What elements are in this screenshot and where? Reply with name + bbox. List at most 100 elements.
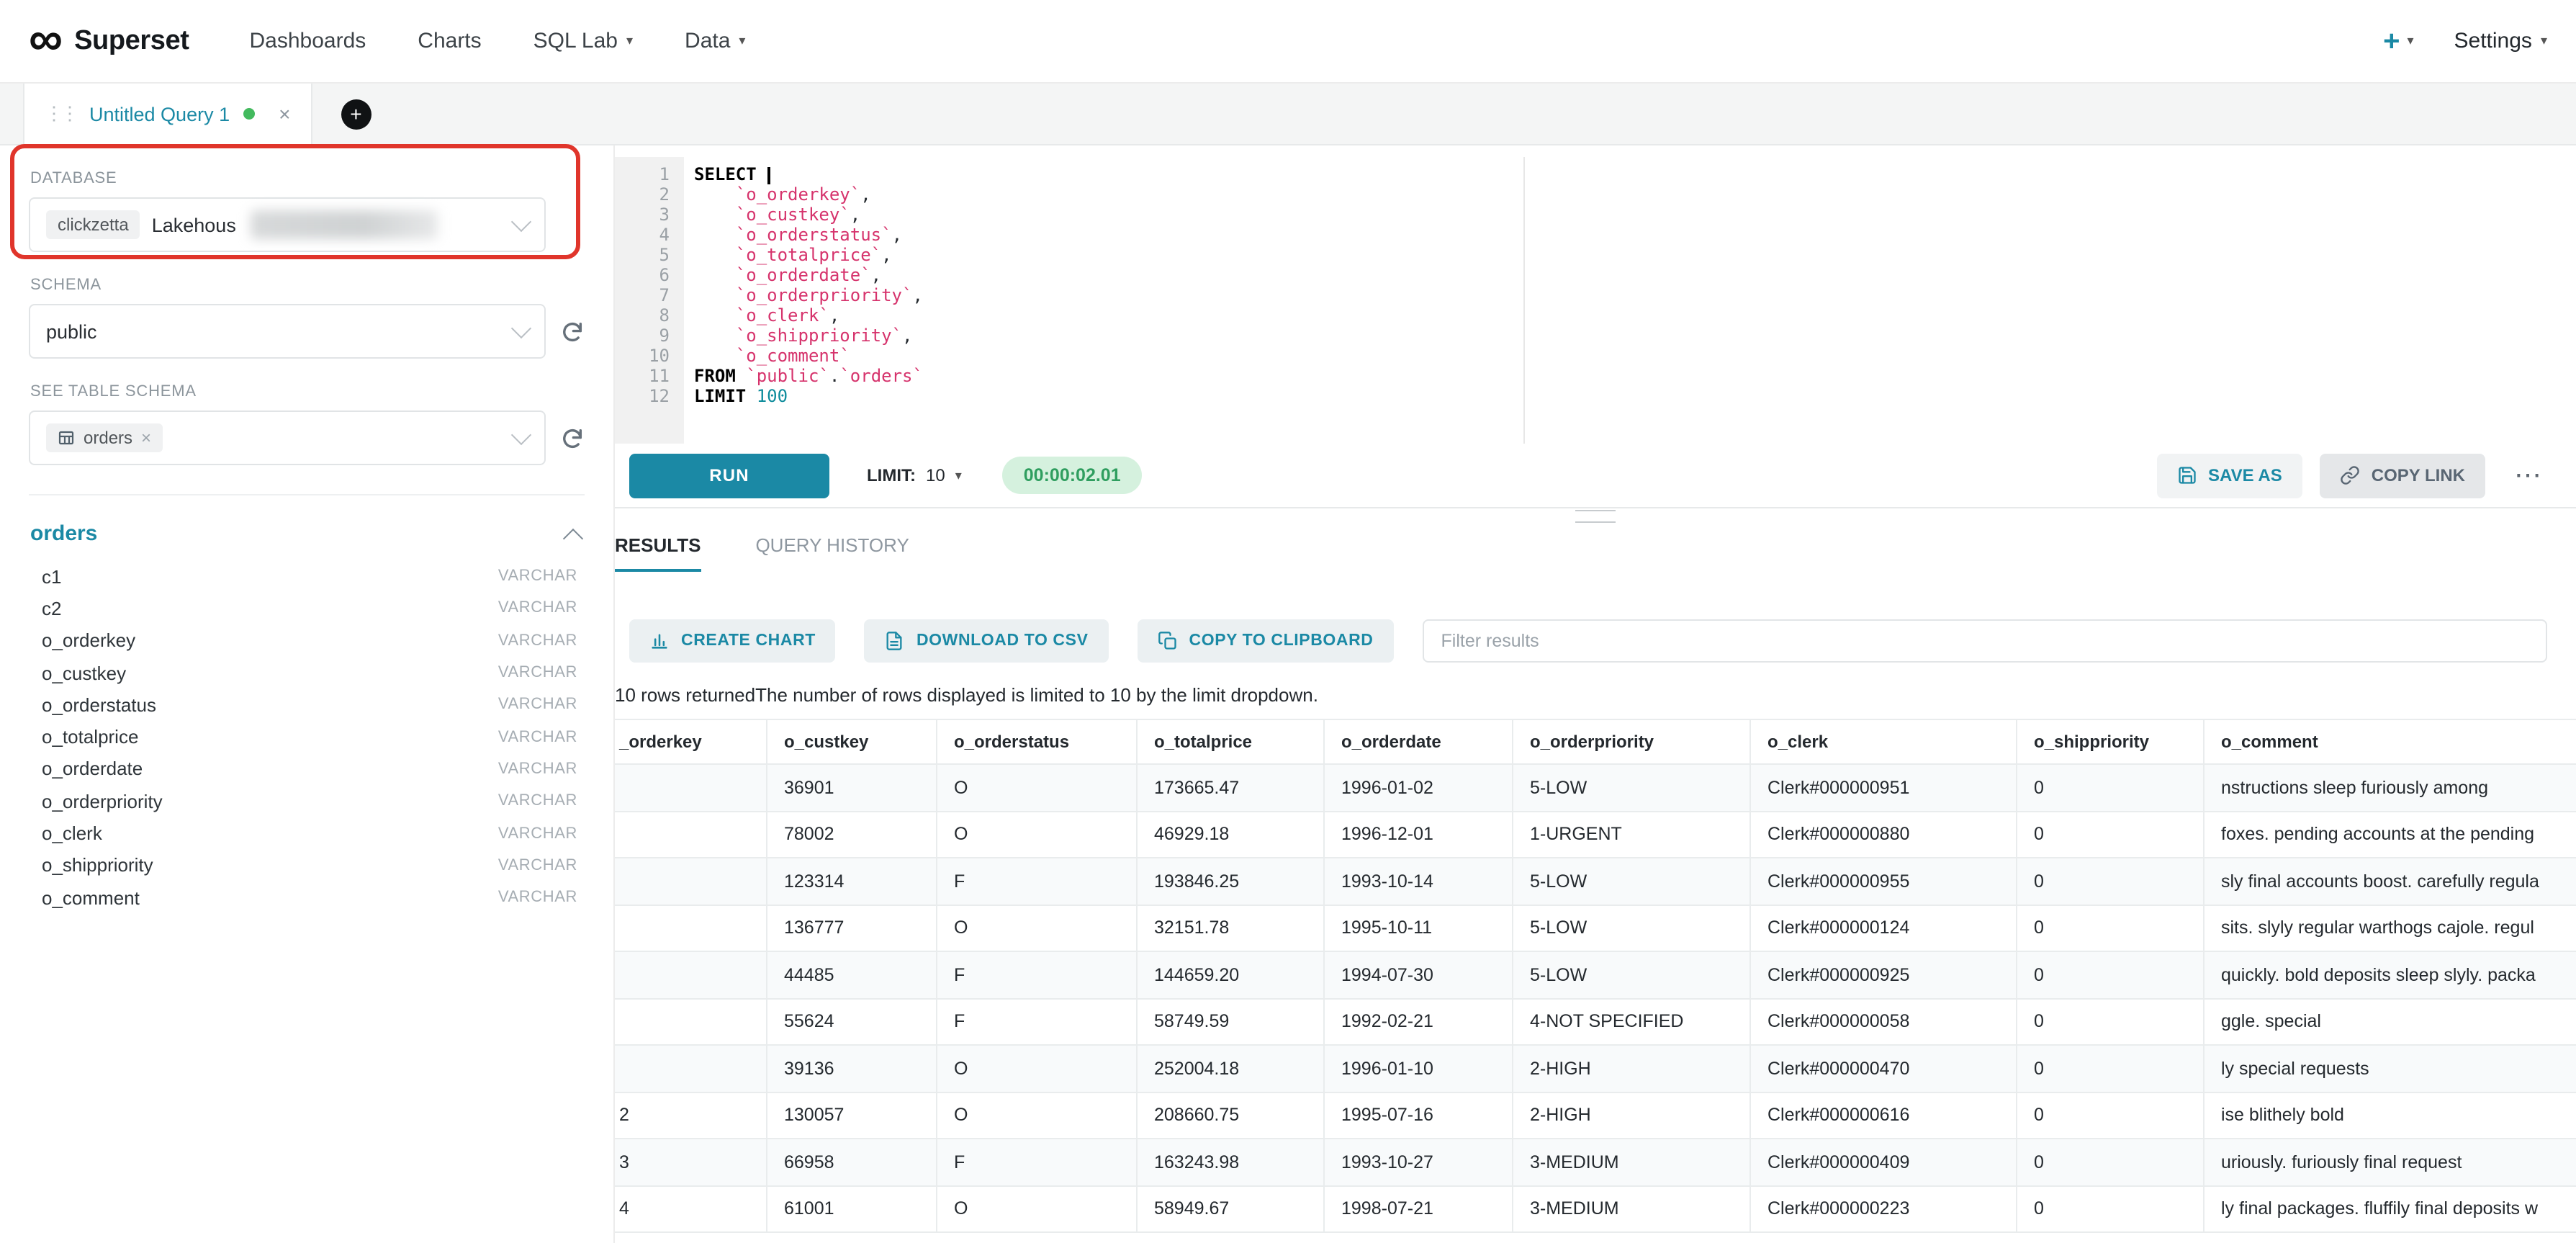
results-header-cell[interactable]: o_comment <box>2203 719 2576 764</box>
results-cell: 2-HIGH <box>1512 1045 1749 1092</box>
rows-returned-note: 10 rows returnedThe number of rows displ… <box>615 684 2576 706</box>
results-table: _orderkeyo_custkeyo_orderstatuso_totalpr… <box>615 719 2576 1233</box>
create-chart-label: CREATE CHART <box>681 632 816 650</box>
nav-charts[interactable]: Charts <box>418 29 481 53</box>
settings-menu[interactable]: Settings ▾ <box>2454 29 2547 53</box>
close-tab-icon[interactable]: × <box>279 102 290 125</box>
code-token: `o_comment` <box>736 346 850 366</box>
column-type: VARCHAR <box>498 728 577 745</box>
results-header-cell[interactable]: o_clerk <box>1749 719 2016 764</box>
nav-data[interactable]: Data ▾ <box>685 29 745 53</box>
pane-splitter <box>615 508 2576 526</box>
database-select[interactable]: clickzetta Lakehous <box>29 197 546 252</box>
results-header-cell[interactable]: o_shippriority <box>2016 719 2203 764</box>
download-csv-label: DOWNLOAD TO CSV <box>917 632 1089 650</box>
filter-results-input[interactable] <box>1423 619 2547 663</box>
chevron-down-icon <box>511 212 531 232</box>
tab-query-history[interactable]: QUERY HISTORY <box>755 534 909 572</box>
refresh-table-list-icon[interactable] <box>560 426 585 450</box>
results-cell: 1998-07-21 <box>1323 1185 1512 1232</box>
results-cell: foxes. pending accounts at the pending <box>2203 811 2576 858</box>
nav-dashboards[interactable]: Dashboards <box>250 29 366 53</box>
results-cell: 1995-10-11 <box>1323 905 1512 951</box>
results-header-cell[interactable]: o_orderstatus <box>936 719 1136 764</box>
link-icon <box>2340 465 2360 485</box>
column-type: VARCHAR <box>498 696 577 714</box>
create-chart-button[interactable]: CREATE CHART <box>629 619 836 663</box>
copy-link-button[interactable]: COPY LINK <box>2320 453 2485 498</box>
gutter-line-number: 9 <box>615 326 684 346</box>
results-table-container[interactable]: _orderkeyo_custkeyo_orderstatuso_totalpr… <box>615 719 2576 1243</box>
results-cell: 208660.75 <box>1136 1092 1323 1139</box>
gutter-line-number: 3 <box>615 205 684 225</box>
more-actions-button[interactable]: ⋯ <box>2505 460 2553 490</box>
settings-label: Settings <box>2454 29 2532 53</box>
superset-logo[interactable]: ∞ Superset <box>29 20 189 62</box>
results-cell: nstructions sleep furiously among <box>2203 764 2576 811</box>
results-cell: 0 <box>2016 811 2203 858</box>
download-csv-button[interactable]: DOWNLOAD TO CSV <box>865 619 1109 663</box>
editor-code[interactable]: SELECT `o_orderkey`, `o_custkey`, `o_ord… <box>684 157 2576 444</box>
column-name: o_custkey <box>42 662 126 683</box>
results-cell: 1994-07-30 <box>1323 951 1512 998</box>
results-cell: 123314 <box>766 858 936 905</box>
results-cell: Clerk#000000955 <box>1749 858 2016 905</box>
copy-to-clipboard-button[interactable]: COPY TO CLIPBOARD <box>1138 619 1394 663</box>
save-as-button[interactable]: SAVE AS <box>2156 453 2302 498</box>
table-row: 36901O173665.471996-01-025-LOWClerk#0000… <box>615 764 2576 811</box>
chevron-down-icon <box>511 318 531 338</box>
results-cell: 44485 <box>766 951 936 998</box>
caret-down-icon: ▾ <box>739 35 745 48</box>
table-panel-header[interactable]: orders <box>29 521 585 546</box>
save-as-label: SAVE AS <box>2208 465 2282 485</box>
column-type: VARCHAR <box>498 664 577 681</box>
results-header-cell[interactable]: o_orderpriority <box>1512 719 1749 764</box>
results-cell: 78002 <box>766 811 936 858</box>
caret-down-icon: ▾ <box>2407 35 2413 48</box>
tab-results[interactable]: RESULTS <box>615 534 701 572</box>
query-tab-untitled-query-1[interactable]: ⋮⋮ Untitled Query 1 × <box>23 84 312 144</box>
schema-column-row: c2VARCHAR <box>29 593 585 625</box>
clipboard-icon <box>1158 631 1178 651</box>
results-cell: 1993-10-14 <box>1323 858 1512 905</box>
remove-table-icon[interactable]: × <box>141 428 151 448</box>
table-schema-select[interactable]: orders × <box>29 410 546 465</box>
schema-column-row: o_custkey VARCHAR <box>29 657 585 689</box>
schema-label: SCHEMA <box>30 277 585 294</box>
chevron-up-icon[interactable] <box>563 528 583 548</box>
new-item-menu[interactable]: + ▾ <box>2383 27 2413 55</box>
results-cell: 0 <box>2016 951 2203 998</box>
code-token: FROM <box>694 366 736 386</box>
splitter-drag-handle[interactable] <box>1575 510 1616 523</box>
column-name: c2 <box>42 598 61 619</box>
results-cell <box>615 811 766 858</box>
results-cell: Clerk#000000124 <box>1749 905 2016 951</box>
sql-editor[interactable]: 123456789101112 SELECT `o_orderkey`, `o_… <box>615 157 2576 444</box>
new-query-tab-button[interactable]: + <box>341 99 371 129</box>
limit-dropdown[interactable]: LIMIT: 10 ▾ <box>867 465 962 485</box>
results-cell: 58749.59 <box>1136 998 1323 1045</box>
results-cell: 0 <box>2016 1092 2203 1139</box>
query-tab-strip: ⋮⋮ Untitled Query 1 × + <box>0 84 2576 145</box>
results-header-cell[interactable]: o_orderdate <box>1323 719 1512 764</box>
column-name: o_orderstatus <box>42 694 156 716</box>
results-header-cell[interactable]: o_custkey <box>766 719 936 764</box>
table-schema-panel: orders c1VARCHARc2VARCHARo_orderkeyVARCH… <box>29 494 585 914</box>
column-name: o_orderdate <box>42 758 143 780</box>
schema-select[interactable]: public <box>29 304 546 359</box>
run-button[interactable]: RUN <box>629 453 829 498</box>
editor-line: `o_orderdate`, <box>694 265 2576 285</box>
nav-sql-lab[interactable]: SQL Lab ▾ <box>533 29 633 53</box>
code-token: , <box>871 265 881 285</box>
column-name: o_clerk <box>42 822 102 844</box>
results-header-cell[interactable]: _orderkey <box>615 719 766 764</box>
results-cell: 3-MEDIUM <box>1512 1185 1749 1232</box>
code-token: `o_orderdate` <box>736 265 871 285</box>
results-cell: 36901 <box>766 764 936 811</box>
gutter-line-number: 6 <box>615 265 684 285</box>
refresh-schema-icon[interactable] <box>560 319 585 344</box>
drag-handle-icon[interactable]: ⋮⋮ <box>45 102 76 125</box>
results-cell: 1995-07-16 <box>1323 1092 1512 1139</box>
results-header-cell[interactable]: o_totalprice <box>1136 719 1323 764</box>
results-actions-row: CREATE CHART DOWNLOAD TO CSV <box>615 619 2576 663</box>
